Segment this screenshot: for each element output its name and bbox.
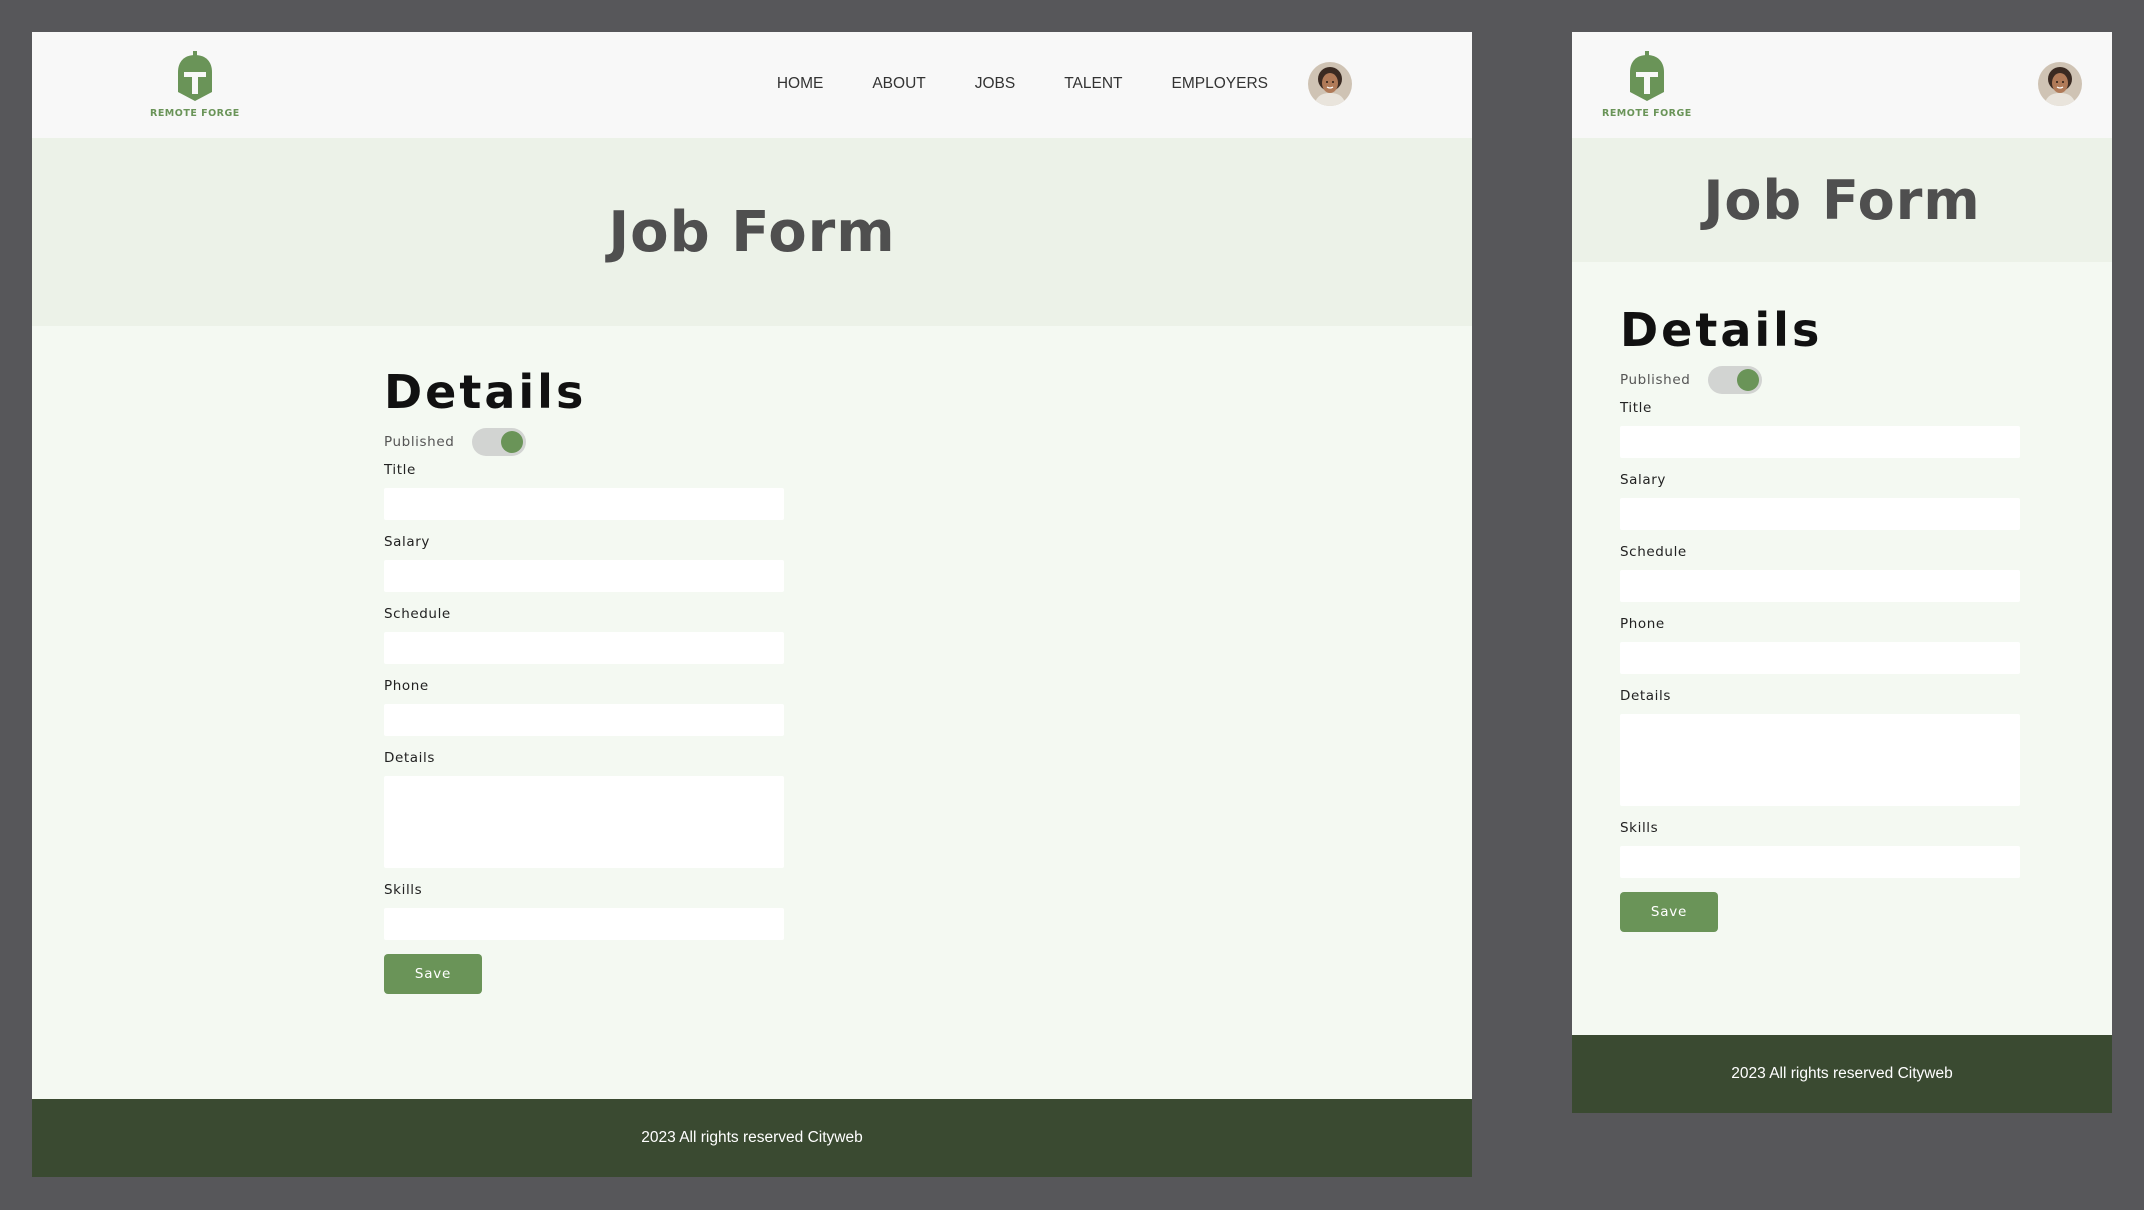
details-heading: Details	[384, 365, 587, 419]
skills-label: Skills	[384, 882, 423, 898]
published-row: Published	[384, 428, 784, 456]
schedule-field[interactable]	[384, 632, 784, 664]
salary-field[interactable]	[384, 560, 784, 592]
hero-banner: Job Form	[1572, 138, 2112, 262]
phone-field[interactable]	[384, 704, 784, 736]
page-title: Job Form	[608, 199, 896, 265]
salary-field[interactable]	[1620, 498, 2020, 530]
main-content: Details Published Title Salary Schedule …	[1572, 262, 2112, 1035]
job-form: Details Published Title Salary Schedule …	[1620, 304, 2020, 932]
mobile-view: REMOTE FORGE Job Form Details Published …	[1572, 32, 2112, 1113]
skills-label: Skills	[1620, 820, 1659, 836]
footer-text: 2023 All rights reserved Cityweb	[1731, 1065, 1953, 1082]
main-content: Details Published Title Salary Schedule …	[32, 326, 1472, 1099]
toggle-knob	[1737, 369, 1760, 391]
nav-jobs[interactable]: JOBS	[975, 75, 1015, 93]
skills-field[interactable]	[384, 908, 784, 940]
user-avatar-icon	[1308, 62, 1352, 106]
title-label: Title	[384, 462, 416, 478]
user-avatar[interactable]	[2038, 62, 2082, 106]
skills-field[interactable]	[1620, 846, 2020, 878]
nav-about[interactable]: ABOUT	[872, 75, 925, 93]
save-button[interactable]: Save	[384, 954, 482, 994]
details-field[interactable]	[384, 776, 784, 868]
user-avatar-icon	[2038, 62, 2082, 106]
job-form: Details Published Title Salary Schedule …	[384, 366, 784, 994]
save-button[interactable]: Save	[1620, 892, 1718, 932]
logo[interactable]: REMOTE FORGE	[150, 50, 240, 119]
published-row: Published	[1620, 366, 2020, 394]
toggle-knob	[501, 431, 524, 453]
navbar-mobile: REMOTE FORGE	[1572, 32, 2112, 138]
phone-field[interactable]	[1620, 642, 2020, 674]
helmet-icon	[177, 51, 212, 101]
nav-talent[interactable]: TALENT	[1064, 75, 1122, 93]
helmet-icon	[1629, 51, 1664, 101]
footer-text: 2023 All rights reserved Cityweb	[641, 1129, 863, 1146]
title-label: Title	[1620, 400, 1652, 416]
published-label: Published	[384, 434, 455, 450]
nav-links: HOME ABOUT JOBS TALENT EMPLOYERS	[777, 62, 1352, 106]
published-label: Published	[1620, 372, 1691, 388]
phone-label: Phone	[1620, 616, 1665, 632]
schedule-label: Schedule	[1620, 544, 1687, 560]
user-avatar[interactable]	[1308, 62, 1352, 106]
page-title: Job Form	[1703, 168, 1981, 232]
details-heading: Details	[1620, 303, 1823, 357]
title-field[interactable]	[1620, 426, 2020, 458]
details-label: Details	[1620, 688, 1672, 704]
phone-label: Phone	[384, 678, 429, 694]
details-field[interactable]	[1620, 714, 2020, 806]
salary-label: Salary	[1620, 472, 1667, 488]
schedule-label: Schedule	[384, 606, 451, 622]
salary-label: Salary	[384, 534, 431, 550]
hero-banner: Job Form	[32, 138, 1472, 326]
published-toggle[interactable]	[472, 428, 527, 456]
details-label: Details	[384, 750, 436, 766]
desktop-view: REMOTE FORGE HOME ABOUT JOBS TALENT EMPL…	[32, 32, 1472, 1177]
footer: 2023 All rights reserved Cityweb	[32, 1099, 1472, 1177]
title-field[interactable]	[384, 488, 784, 520]
nav-home[interactable]: HOME	[777, 75, 824, 93]
nav-employers[interactable]: EMPLOYERS	[1172, 75, 1268, 93]
footer: 2023 All rights reserved Cityweb	[1572, 1035, 2112, 1113]
navbar: REMOTE FORGE HOME ABOUT JOBS TALENT EMPL…	[32, 32, 1472, 138]
logo[interactable]: REMOTE FORGE	[1602, 50, 1692, 119]
brand-name: REMOTE FORGE	[1602, 108, 1692, 119]
schedule-field[interactable]	[1620, 570, 2020, 602]
brand-name: REMOTE FORGE	[150, 108, 240, 119]
published-toggle[interactable]	[1708, 366, 1763, 394]
